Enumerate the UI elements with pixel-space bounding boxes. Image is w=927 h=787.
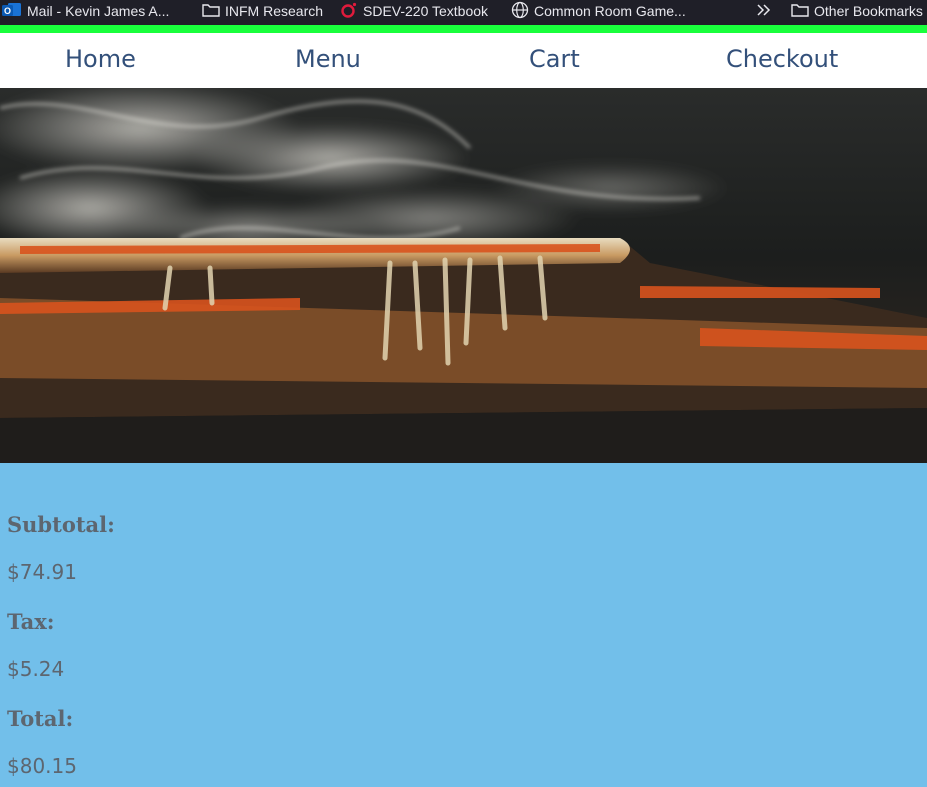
- subtotal-label: Subtotal:: [7, 512, 115, 537]
- bookmark-label: Common Room Game...: [534, 3, 686, 19]
- tax-value: $5.24: [7, 657, 65, 681]
- bookmarks-overflow-button[interactable]: [755, 0, 773, 22]
- hero-pizza-image: [0, 88, 927, 463]
- red-ring-icon: [340, 2, 358, 21]
- globe-icon: [511, 1, 529, 22]
- outlook-icon: O: [2, 2, 22, 21]
- svg-text:O: O: [4, 6, 11, 16]
- bookmark-common-room[interactable]: Common Room Game...: [511, 0, 686, 22]
- bookmarks-bar: O Mail - Kevin James A... INFM Research …: [0, 0, 927, 25]
- double-chevron-right-icon: [755, 2, 773, 21]
- bookmark-mail[interactable]: O Mail - Kevin James A...: [2, 0, 169, 22]
- tax-label: Tax:: [7, 609, 55, 634]
- nav-link-home[interactable]: Home: [65, 45, 136, 73]
- main-nav: Home Menu Cart Checkout: [0, 33, 927, 88]
- folder-icon: [791, 3, 809, 20]
- nav-link-menu[interactable]: Menu: [295, 45, 361, 73]
- bookmark-label: SDEV-220 Textbook: [363, 3, 489, 19]
- bookmark-label: INFM Research: [225, 3, 324, 19]
- total-value: $80.15: [7, 754, 77, 778]
- bookmark-label: Other Bookmarks: [814, 3, 923, 19]
- nav-link-cart[interactable]: Cart: [529, 45, 580, 73]
- total-label: Total:: [7, 706, 74, 731]
- subtotal-value: $74.91: [7, 560, 77, 584]
- bookmark-other-bookmarks[interactable]: Other Bookmarks: [791, 0, 923, 22]
- nav-link-checkout[interactable]: Checkout: [726, 45, 838, 73]
- folder-icon: [202, 3, 220, 20]
- accent-bar: [0, 25, 927, 33]
- bookmark-sdev-220[interactable]: SDEV-220 Textbook: [340, 0, 488, 22]
- bookmark-label: Mail - Kevin James A...: [27, 3, 170, 19]
- bookmark-infm-research[interactable]: INFM Research: [202, 0, 323, 22]
